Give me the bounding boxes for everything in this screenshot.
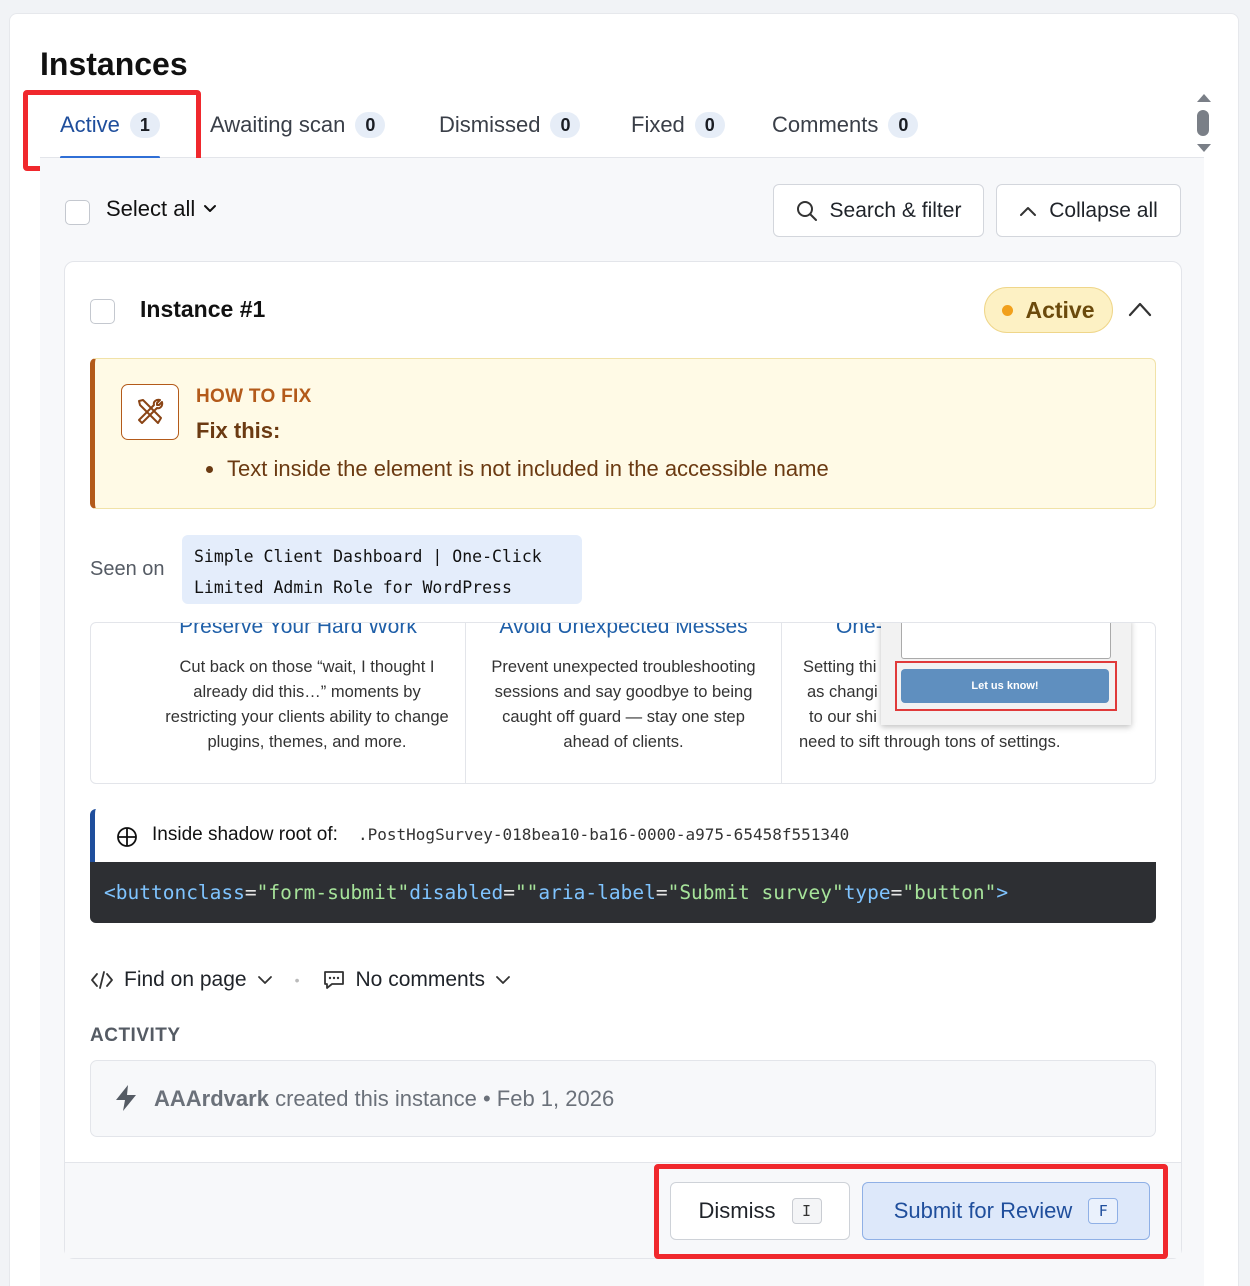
select-all-checkbox[interactable] xyxy=(65,200,90,225)
code-eq: = xyxy=(890,881,903,904)
search-filter-button[interactable]: Search & filter xyxy=(773,184,984,237)
survey-popup-preview: Let us know! xyxy=(881,623,1131,725)
tab-label: Comments xyxy=(772,112,879,137)
tab-label: Awaiting scan xyxy=(210,112,346,137)
dismiss-shortcut: I xyxy=(791,1198,822,1224)
status-badge: Active xyxy=(984,287,1113,333)
select-all-label: Select all xyxy=(106,196,196,221)
shadow-root-label: Inside shadow root of: xyxy=(152,824,338,845)
find-on-page-dropdown[interactable]: Find on page xyxy=(90,968,273,992)
activity-actor: AAArdvark xyxy=(154,1086,269,1111)
fix-subheading: Fix this: xyxy=(196,418,281,443)
seen-on-page-line2: Limited Admin Role for WordPress xyxy=(194,578,512,597)
select-all-dropdown[interactable]: Select all xyxy=(106,196,217,222)
code-attr: type xyxy=(843,881,891,904)
comments-dropdown[interactable]: No comments xyxy=(322,968,512,992)
submit-for-review-button[interactable]: Submit for Review F xyxy=(862,1182,1150,1240)
submit-shortcut: F xyxy=(1088,1198,1119,1224)
status-dot-icon xyxy=(1002,304,1014,316)
search-filter-label: Search & filter xyxy=(829,198,962,222)
shadow-root-selector: .PostHogSurvey-018bea10-ba16-0000-a975-6… xyxy=(358,825,850,844)
seen-on-label: Seen on xyxy=(90,558,165,580)
code-eq: = xyxy=(503,881,515,904)
instance-title: Instance #1 xyxy=(140,296,266,322)
code-attr: class xyxy=(186,881,245,904)
activity-action: created this instance • Feb 1, 2026 xyxy=(275,1086,615,1111)
status-label: Active xyxy=(1025,296,1095,323)
how-to-fix-heading: HOW TO FIX xyxy=(196,386,312,407)
tab-active[interactable]: Active 1 xyxy=(60,92,160,159)
instance-checkbox[interactable] xyxy=(90,299,115,324)
code-value: "button" xyxy=(902,881,997,904)
tab-dismissed[interactable]: Dismissed 0 xyxy=(439,92,581,158)
tab-fixed[interactable]: Fixed 0 xyxy=(631,92,725,158)
preview-heading: Avoid Unexpected Messes xyxy=(499,622,748,638)
seen-on-page-line1: Simple Client Dashboard | One-Click xyxy=(194,547,542,566)
fix-list-item: Text inside the element is not included … xyxy=(206,456,829,482)
preview-column: Avoid Unexpected Messes Prevent unexpect… xyxy=(465,622,781,783)
submit-label: Submit for Review xyxy=(893,1198,1073,1223)
chevron-down-icon xyxy=(257,976,272,984)
code-icon xyxy=(91,971,113,989)
survey-submit-preview: Let us know! xyxy=(901,669,1109,703)
activity-heading: ACTIVITY xyxy=(90,1025,181,1046)
seen-on-page[interactable]: Simple Client Dashboard | One-Click Limi… xyxy=(182,535,582,604)
tab-count: 0 xyxy=(888,112,919,138)
scroll-down-arrow[interactable] xyxy=(1197,144,1211,152)
preview-text: Cut back on those “wait, I thought I alr… xyxy=(165,658,449,751)
bullet-icon xyxy=(206,465,213,473)
collapse-instance-icon[interactable] xyxy=(1128,300,1152,318)
comments-label: No comments xyxy=(355,968,486,991)
search-icon xyxy=(796,200,817,221)
element-code-snippet: <button class = "form-submit" disabled = "" … xyxy=(90,862,1156,923)
tab-label: Active xyxy=(60,112,120,137)
code-value: "form-submit" xyxy=(256,881,410,904)
tab-awaiting-scan[interactable]: Awaiting scan 0 xyxy=(210,92,386,158)
tab-count: 0 xyxy=(550,112,581,138)
preview-heading: Preserve Your Hard Work xyxy=(179,622,417,638)
preview-column: Preserve Your Hard Work Cut back on thos… xyxy=(91,622,465,783)
scroll-up-arrow[interactable] xyxy=(1197,94,1211,102)
tab-comments[interactable]: Comments 0 xyxy=(772,92,919,158)
chevron-down-icon xyxy=(204,205,217,212)
tab-count: 1 xyxy=(129,112,160,138)
survey-textarea-preview xyxy=(901,623,1111,659)
comment-icon xyxy=(323,971,344,989)
bolt-icon xyxy=(116,1085,136,1111)
element-screenshot-preview: Preserve Your Hard Work Cut back on thos… xyxy=(90,622,1156,784)
fix-item-text: Text inside the element is not included … xyxy=(227,456,829,481)
tools-icon xyxy=(121,384,179,440)
instance-tabs: Active 1 Awaiting scan 0 Dismissed 0 Fix… xyxy=(40,92,1204,159)
code-eq: = xyxy=(244,881,257,904)
code-eq: = xyxy=(655,881,668,904)
dismiss-label: Dismiss xyxy=(698,1198,776,1223)
dismiss-button[interactable]: Dismiss I xyxy=(670,1182,850,1240)
code-tag: > xyxy=(996,881,1009,904)
tab-count: 0 xyxy=(694,112,725,138)
chevron-down-icon xyxy=(496,976,510,984)
tab-label: Fixed xyxy=(631,112,685,137)
code-attr: aria-label xyxy=(538,881,656,904)
tab-count: 0 xyxy=(355,112,386,138)
instance-tools-row: Find on page • No comments xyxy=(90,968,511,992)
tab-label: Dismissed xyxy=(439,112,541,137)
code-value: "Submit survey" xyxy=(667,881,844,904)
collapse-all-label: Collapse all xyxy=(1049,198,1158,222)
scrollbar-thumb[interactable] xyxy=(1197,110,1209,136)
code-attr: disabled xyxy=(409,881,504,904)
find-on-page-label: Find on page xyxy=(124,968,247,991)
preview-text: Prevent unexpected troubleshooting sessi… xyxy=(491,658,756,751)
code-value: "" xyxy=(514,881,539,904)
activity-text: AAArdvark created this instance • Feb 1,… xyxy=(154,1086,614,1112)
chevron-up-icon xyxy=(1020,206,1037,216)
separator-dot: • xyxy=(294,972,300,988)
globe-icon xyxy=(117,827,137,847)
preview-text-line: need to sift through tons of settings. xyxy=(799,733,1061,751)
code-tag: <button xyxy=(104,881,187,904)
page-title: Instances xyxy=(40,46,188,82)
collapse-all-button[interactable]: Collapse all xyxy=(996,184,1181,237)
